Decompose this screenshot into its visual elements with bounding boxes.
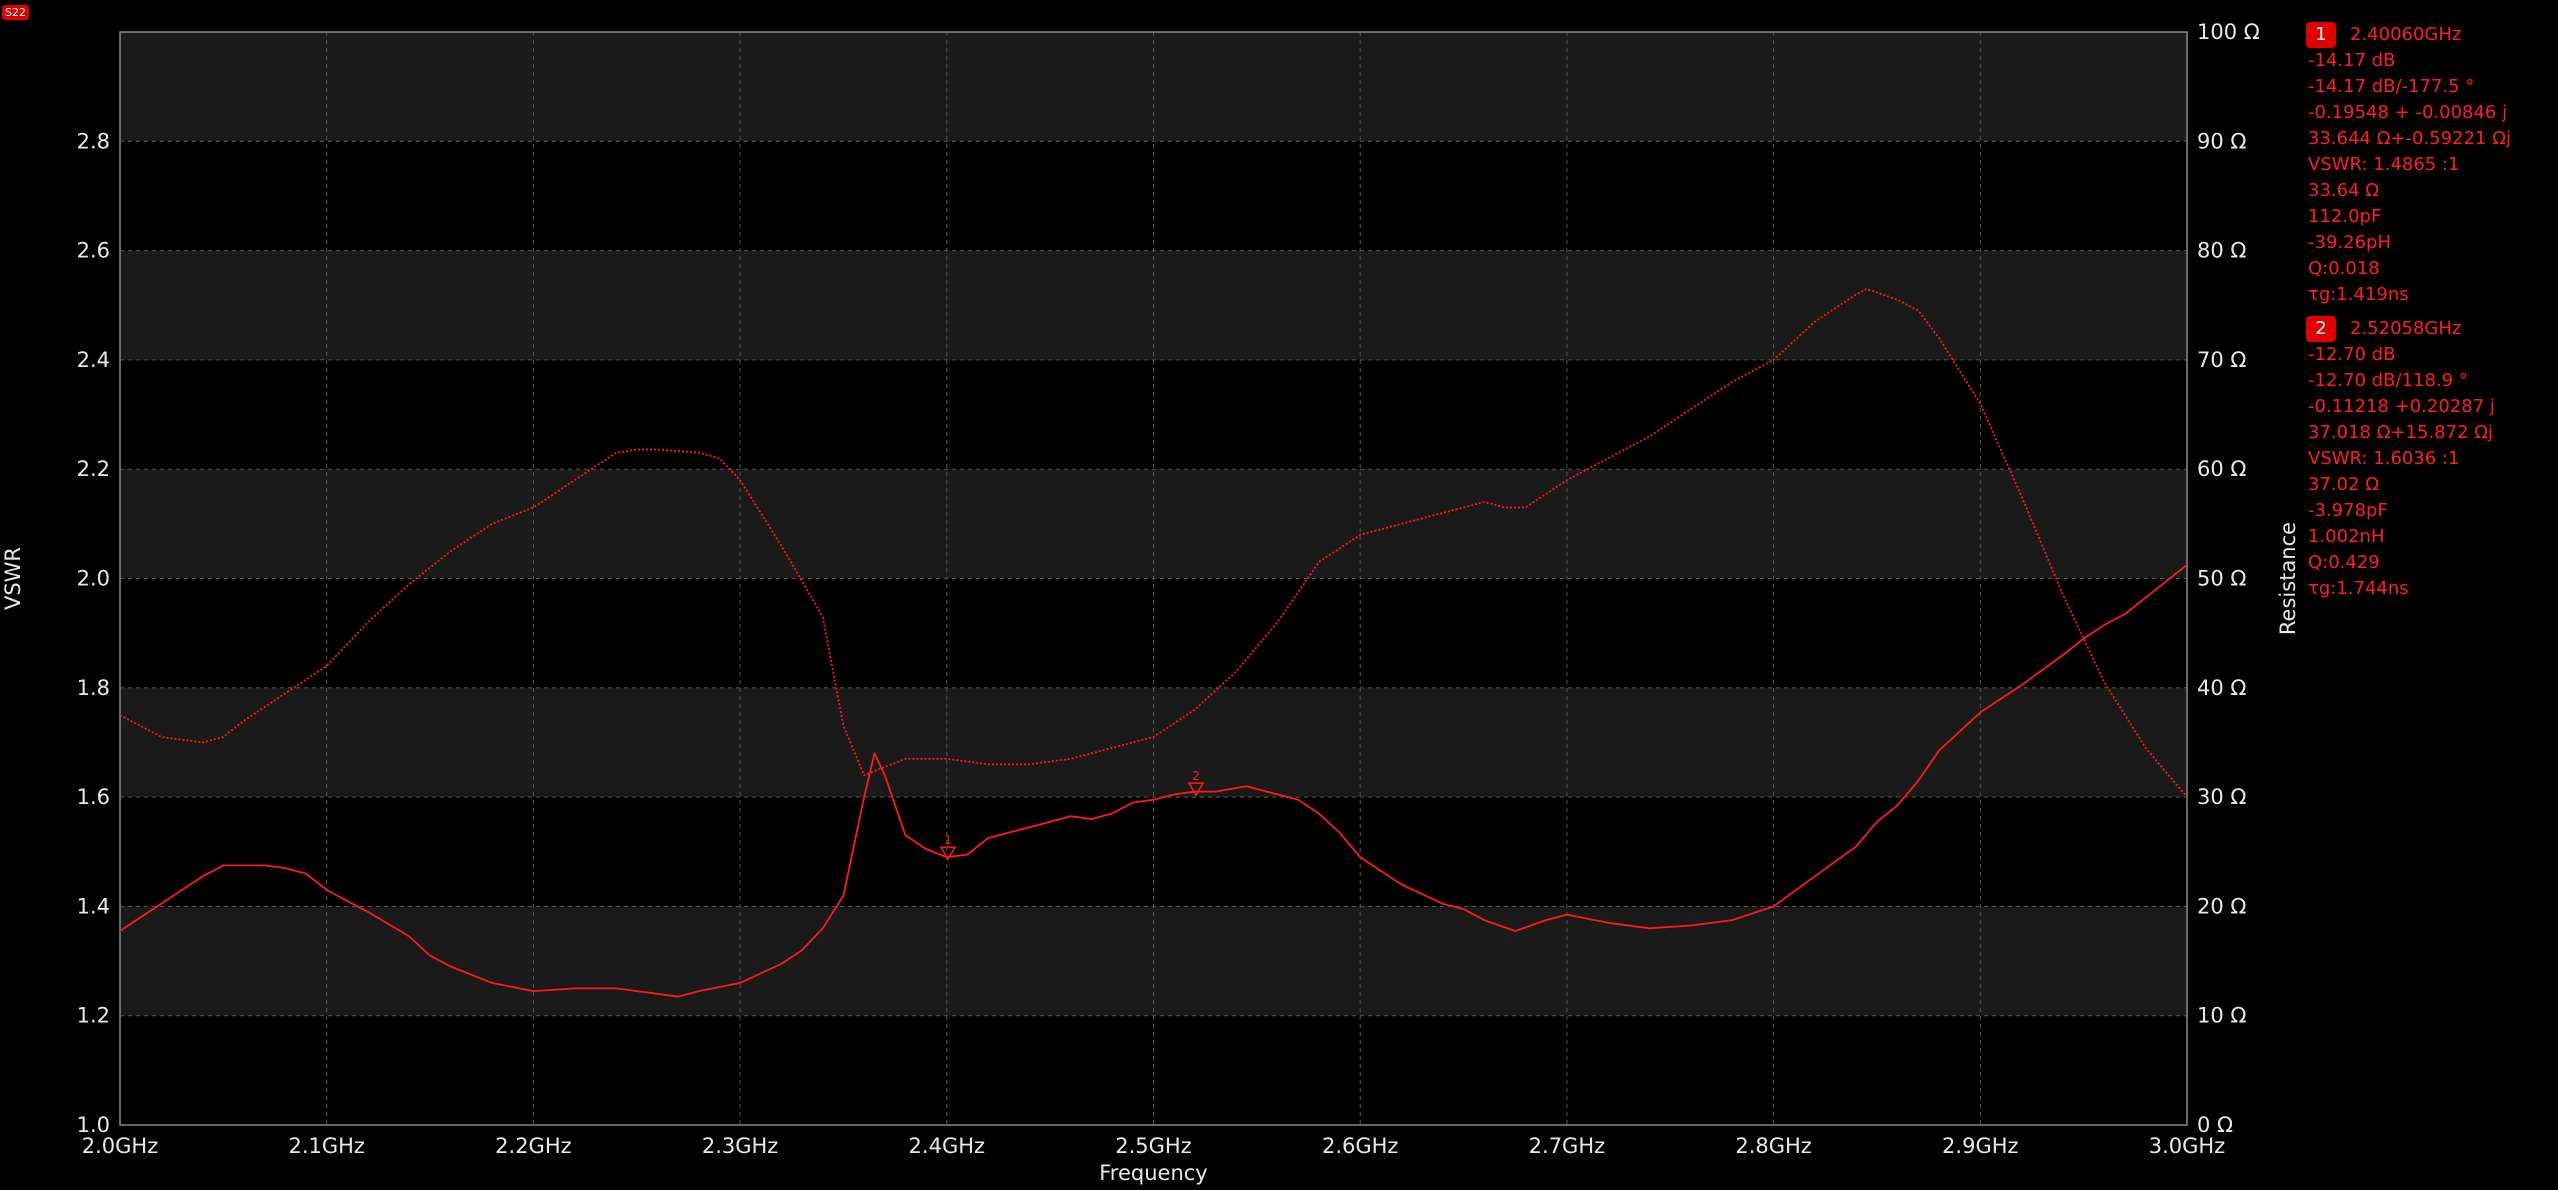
y-left-tick-label: 1.2 (77, 1004, 110, 1028)
y-left-tick-labels: 1.0 1.2 1.4 1.6 1.8 2.0 2.2 2.4 2.6 2.8 (77, 129, 110, 1137)
marker-readout-line: 37.02 Ω (2308, 474, 2380, 495)
x-tick-label: 2.8GHz (1735, 1134, 1811, 1158)
marker-number-badge[interactable]: 1 (2306, 22, 2336, 48)
y-left-tick-label: 1.0 (77, 1113, 110, 1137)
y-left-tick-label: 2.2 (77, 457, 110, 481)
y-right-tick-label: 40 Ω (2197, 676, 2246, 700)
marker-readout-line: 33.644 Ω+-0.59221 Ωj (2308, 128, 2511, 149)
marker-number-badge[interactable]: 2 (2306, 316, 2336, 342)
y-right-tick-label: 60 Ω (2197, 457, 2246, 481)
y-left-tick-label: 2.6 (77, 239, 110, 263)
x-tick-label: 2.7GHz (1529, 1134, 1605, 1158)
x-tick-label: 2.0GHz (82, 1134, 158, 1158)
marker-frequency: 2.52058GHz (2350, 318, 2462, 339)
y-right-tick-labels: 0 Ω 10 Ω 20 Ω 30 Ω 40 Ω 50 Ω 60 Ω 70 Ω 80 Ω 90 Ω 1… (2197, 20, 2260, 1137)
y-right-tick-label: 70 Ω (2197, 348, 2246, 372)
y-left-tick-label: 2.8 (77, 129, 110, 153)
marker-label: 2 (1192, 769, 1200, 783)
marker-readout-line: -39.26pH (2308, 232, 2391, 253)
y-right-tick-label: 20 Ω (2197, 894, 2246, 918)
marker-readout-line: -14.17 dB/-177.5 ° (2308, 76, 2475, 97)
marker-readout-line: -14.17 dB (2308, 50, 2396, 71)
marker-readout-line: VSWR: 1.6036 :1 (2308, 448, 2460, 469)
y-left-tick-label: 2.0 (77, 567, 110, 591)
marker-readout-line: τg:1.744ns (2308, 578, 2409, 599)
marker-readout-line: 37.018 Ω+15.872 Ωj (2308, 422, 2494, 443)
marker-readout-line: -0.11218 +0.20287 j (2308, 396, 2495, 417)
y-right-axis-title: Resistance (2276, 522, 2300, 635)
y-right-tick-label: 0 Ω (2197, 1113, 2233, 1137)
x-tick-label: 2.1GHz (288, 1134, 364, 1158)
marker-readout-line: 1.002nH (2308, 526, 2385, 547)
x-tick-label: 2.3GHz (702, 1134, 778, 1158)
marker-readout-line: -0.19548 + -0.00846 j (2308, 102, 2508, 123)
marker-readout-line: τg:1.419ns (2308, 284, 2409, 305)
y-left-axis-title: VSWR (1, 547, 25, 610)
y-right-tick-label: 80 Ω (2197, 239, 2246, 263)
marker-readout-line: 112.0pF (2308, 206, 2382, 227)
marker-readout-line: VSWR: 1.4865 :1 (2308, 154, 2460, 175)
y-right-tick-label: 90 Ω (2197, 129, 2246, 153)
x-tick-label: 2.9GHz (1942, 1134, 2018, 1158)
y-right-tick-label: 10 Ω (2197, 1004, 2246, 1028)
x-tick-labels: 2.0GHz 2.1GHz 2.2GHz 2.3GHz 2.4GHz 2.5GHz 2.6G… (82, 1134, 2225, 1158)
x-tick-label: 3.0GHz (2149, 1134, 2225, 1158)
marker-readout-2[interactable]: 2 2.52058GHz -12.70 dB -12.70 dB/118.9 °… (2306, 316, 2556, 602)
marker-readout-1[interactable]: 1 2.40060GHz -14.17 dB -14.17 dB/-177.5 … (2306, 22, 2556, 308)
marker-frequency: 2.40060GHz (2350, 24, 2462, 45)
x-tick-label: 2.4GHz (909, 1134, 985, 1158)
marker-readout-line: 33.64 Ω (2308, 180, 2380, 201)
y-right-tick-label: 100 Ω (2197, 20, 2260, 44)
vswr-chart: 2.0GHz 2.1GHz 2.2GHz 2.3GHz 2.4GHz 2.5GHz 2.6G… (1, 20, 2300, 1185)
x-tick-label: 2.2GHz (495, 1134, 571, 1158)
x-axis-title: Frequency (1099, 1161, 1208, 1185)
x-tick-label: 2.5GHz (1115, 1134, 1191, 1158)
marker-readout-panel: 1 2.40060GHz -14.17 dB -14.17 dB/-177.5 … (2306, 22, 2556, 610)
marker-readout-line: Q:0.018 (2308, 258, 2380, 279)
x-tick-label: 2.6GHz (1322, 1134, 1398, 1158)
marker-readout-line: Q:0.429 (2308, 552, 2380, 573)
marker-readout-line: -12.70 dB/118.9 ° (2308, 370, 2468, 391)
y-left-tick-label: 1.6 (77, 785, 110, 809)
y-left-tick-label: 1.4 (77, 894, 110, 918)
y-left-tick-label: 2.4 (77, 348, 110, 372)
marker-readout-line: -3.978pF (2308, 500, 2388, 521)
y-left-tick-label: 1.8 (77, 676, 110, 700)
marker-readout-line: -12.70 dB (2308, 344, 2396, 365)
y-right-tick-label: 30 Ω (2197, 785, 2246, 809)
marker-label: 1 (944, 833, 952, 847)
y-right-tick-label: 50 Ω (2197, 567, 2246, 591)
